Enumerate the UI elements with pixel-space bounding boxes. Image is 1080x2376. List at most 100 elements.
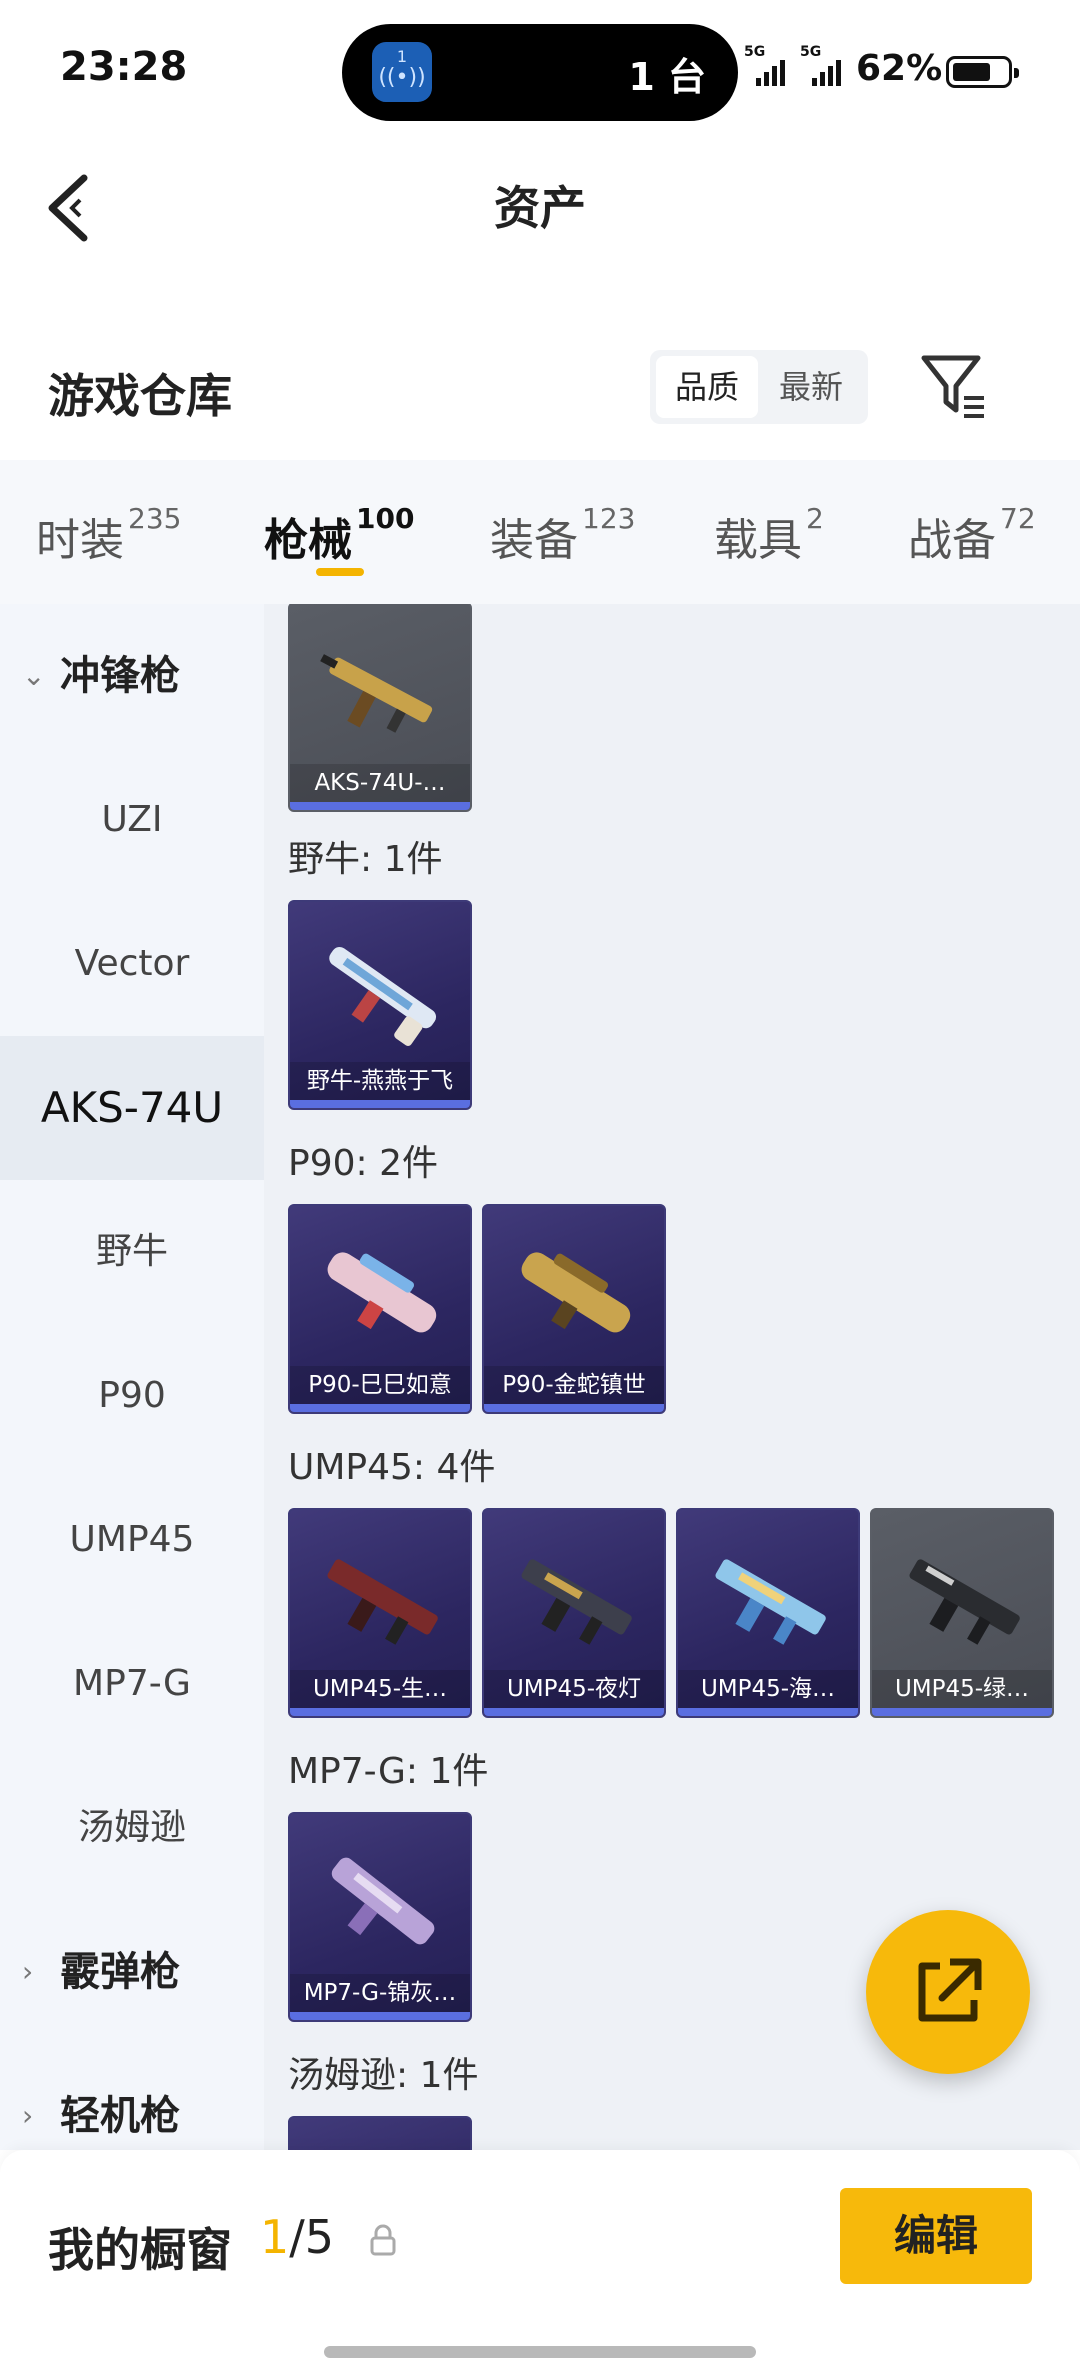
warehouse-title: 游戏仓库	[48, 369, 232, 423]
weapon-card-partial[interactable]	[288, 2116, 472, 2150]
weapon-card[interactable]: UMP45-海…	[676, 1508, 860, 1718]
tab-count: 2	[806, 502, 824, 535]
sim2-label: 5G	[800, 44, 822, 60]
dynamic-island[interactable]: 1 ((•)) 1 台	[342, 24, 738, 121]
sidebar-category-smg[interactable]: ⌄ 冲锋枪	[0, 604, 264, 748]
showcase-count: 1/5	[260, 2210, 334, 2264]
weapon-card-name: UMP45-绿…	[872, 1670, 1052, 1708]
tab-label: 枪械	[264, 515, 352, 566]
rarity-bar	[290, 2012, 470, 2020]
edit-button[interactable]: 编辑	[840, 2188, 1032, 2284]
rarity-bar	[290, 1708, 470, 1716]
sidebar-item-mp7g[interactable]: MP7-G	[0, 1612, 264, 1756]
sidebar-category-label: 霰弹枪	[60, 1949, 180, 1995]
island-text: 1 台	[628, 55, 706, 99]
weapon-image	[327, 1559, 438, 1645]
weapon-card-name: P90-金蛇镇世	[484, 1366, 664, 1404]
rarity-bar	[290, 1100, 470, 1108]
page-title: 资产	[494, 181, 586, 235]
sort-toggle: 品质 最新	[650, 350, 868, 424]
tab-label: 时装	[36, 515, 124, 566]
battery-icon	[946, 56, 1019, 88]
group-title-mp7g: MP7-G: 1件	[288, 1751, 489, 1792]
weapon-card-name: UMP45-生…	[290, 1670, 470, 1708]
weapon-card[interactable]: UMP45-生…	[288, 1508, 472, 1718]
group-title-thompson: 汤姆逊: 1件	[288, 2055, 479, 2096]
status-time: 23:28	[60, 44, 188, 90]
weapon-card-name: MP7-G-锦灰…	[290, 1974, 470, 2012]
weapon-card[interactable]: MP7-G-锦灰…	[288, 1812, 472, 2022]
weapon-card[interactable]: P90-巳巳如意	[288, 1204, 472, 1414]
weapon-sidebar: ⌄ 冲锋枪 UZI Vector AKS-74U 野牛 P90 UMP45 MP…	[0, 604, 264, 2150]
home-indicator[interactable]	[324, 2346, 756, 2358]
weapon-card[interactable]: AKS-74U-…	[288, 604, 472, 812]
sim1-label: 5G	[744, 44, 766, 60]
category-tabs: 时装 235 枪械 100 装备 123 载具 2 战备 72	[0, 460, 1080, 604]
sidebar-item-p90[interactable]: P90	[0, 1324, 264, 1468]
weapon-image	[909, 1559, 1020, 1645]
share-external-icon	[918, 1958, 982, 2022]
tab-equipment[interactable]: 装备 123	[490, 502, 636, 568]
tab-count: 123	[582, 502, 636, 535]
tab-count: 235	[128, 502, 182, 535]
tab-count: 72	[1000, 502, 1036, 535]
showcase-current: 1	[260, 2210, 290, 2264]
island-app-icon: 1 ((•))	[372, 42, 432, 102]
sidebar-item-ump45[interactable]: UMP45	[0, 1468, 264, 1612]
battery-percent: 62%	[856, 48, 943, 89]
tab-label: 装备	[490, 515, 578, 566]
lock-icon	[370, 2224, 396, 2256]
weapon-image	[715, 1559, 826, 1645]
sidebar-item-uzi[interactable]: UZI	[0, 748, 264, 892]
rarity-bar	[290, 1404, 470, 1412]
tab-vehicles[interactable]: 载具 2	[714, 502, 824, 568]
weapon-card[interactable]: P90-金蛇镇世	[482, 1204, 666, 1414]
weapon-card[interactable]: UMP45-绿…	[870, 1508, 1054, 1718]
island-app-number: 1	[396, 47, 408, 66]
tab-firearms[interactable]: 枪械 100	[264, 502, 415, 568]
sidebar-item-thompson[interactable]: 汤姆逊	[0, 1756, 264, 1900]
showcase-total: /5	[289, 2210, 335, 2264]
rarity-bar	[678, 1708, 858, 1716]
weapon-card[interactable]: UMP45-夜灯	[482, 1508, 666, 1718]
sidebar-category-shotgun[interactable]: › 霰弹枪	[0, 1900, 264, 2044]
filter-button[interactable]	[918, 352, 990, 422]
rarity-bar	[484, 1404, 664, 1412]
sort-option-quality[interactable]: 品质	[656, 356, 758, 418]
weapon-card[interactable]: 野牛-燕燕于飞	[288, 900, 472, 1110]
tab-label: 战备	[908, 515, 996, 566]
tab-label: 载具	[714, 515, 802, 566]
group-title-bizon: 野牛: 1件	[288, 839, 443, 880]
tab-fashion[interactable]: 时装 235	[36, 502, 182, 568]
weapon-image	[320, 654, 433, 733]
status-bar: 23:28 1 ((•)) 1 台 5G 5G 62%	[0, 0, 1080, 130]
chevron-right-icon: ›	[22, 1955, 34, 1988]
sidebar-category-label: 冲锋枪	[60, 653, 180, 699]
sidebar-item-aks74u[interactable]: AKS-74U	[0, 1036, 264, 1180]
chevron-down-icon: ⌄	[22, 659, 46, 692]
group-title-ump45: UMP45: 4件	[288, 1447, 496, 1488]
weapon-card-name: UMP45-海…	[678, 1670, 858, 1708]
sort-option-latest[interactable]: 最新	[760, 356, 862, 418]
weapon-image	[329, 946, 437, 1046]
filter-icon	[921, 355, 984, 418]
showcase-label: 我的橱窗	[48, 2223, 232, 2277]
sidebar-item-vector[interactable]: Vector	[0, 892, 264, 1036]
weapon-card-name: UMP45-夜灯	[484, 1670, 664, 1708]
weapon-image	[327, 1252, 437, 1333]
tab-count: 100	[356, 502, 415, 535]
share-fab[interactable]	[866, 1910, 1030, 2074]
rarity-bar	[484, 1708, 664, 1716]
weapon-image	[331, 1857, 435, 1945]
island-app-wave: ((•))	[378, 65, 426, 90]
showcase-bar: 我的橱窗 1/5 编辑	[0, 2150, 1080, 2376]
weapon-image	[521, 1559, 632, 1645]
group-title-p90: P90: 2件	[288, 1143, 438, 1184]
tab-supplies[interactable]: 战备 72	[908, 502, 1036, 568]
weapon-card-name: P90-巳巳如意	[290, 1366, 470, 1404]
weapon-card-name: 野牛-燕燕于飞	[290, 1062, 470, 1100]
weapon-card-name: AKS-74U-…	[290, 764, 470, 802]
weapon-image	[521, 1252, 631, 1333]
rarity-bar	[290, 802, 470, 810]
sidebar-item-bizon[interactable]: 野牛	[0, 1180, 264, 1324]
